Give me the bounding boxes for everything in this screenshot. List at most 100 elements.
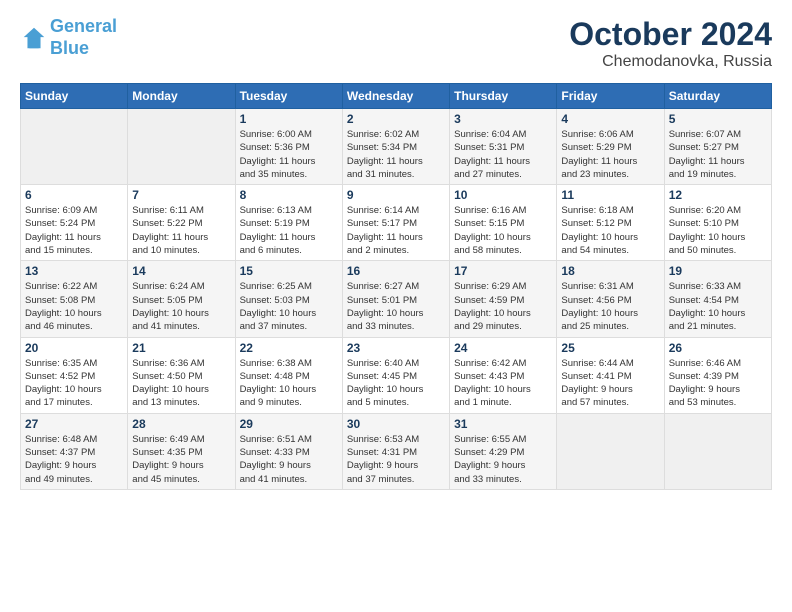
cell-w2-d0: 6 Sunrise: 6:09 AM Sunset: 5:24 PM Daylig… [21,185,128,261]
day-number: 28 [132,417,230,431]
cell-w4-d1: 21 Sunrise: 6:36 AM Sunset: 4:50 PM Dayli… [128,337,235,413]
day-number: 25 [561,341,659,355]
logo: General Blue [20,16,117,59]
cell-w4-d0: 20Sunrise: 6:35 AM Sunset: 4:52 PM Dayli… [21,337,128,413]
page-container: General Blue October 2024 Chemodanovka, … [0,0,792,500]
day-info: Sunrise: 6:46 AM Sunset: 4:39 PM Dayligh… [669,357,767,410]
cell-w2-d3: 9 Sunrise: 6:14 AM Sunset: 5:17 PM Daylig… [342,185,449,261]
week-row-2: 6 Sunrise: 6:09 AM Sunset: 5:24 PM Daylig… [21,185,772,261]
cell-w5-d1: 28Sunrise: 6:49 AM Sunset: 4:35 PM Dayli… [128,413,235,489]
day-info: Sunrise: 6:20 AM Sunset: 5:10 PM Dayligh… [669,204,767,257]
cell-w4-d6: 26 Sunrise: 6:46 AM Sunset: 4:39 PM Dayli… [664,337,771,413]
day-info: Sunrise: 6:09 AM Sunset: 5:24 PM Dayligh… [25,204,123,257]
day-info: Sunrise: 6:33 AM Sunset: 4:54 PM Dayligh… [669,280,767,333]
cell-w1-d1 [128,109,235,185]
cell-w3-d4: 17 Sunrise: 6:29 AM Sunset: 4:59 PM Dayli… [450,261,557,337]
day-info: Sunrise: 6:44 AM Sunset: 4:41 PM Dayligh… [561,357,659,410]
cell-w5-d5 [557,413,664,489]
day-number: 8 [240,188,338,202]
logo-blue: Blue [50,38,89,58]
calendar-table: Sunday Monday Tuesday Wednesday Thursday… [20,83,772,490]
week-row-1: 1 Sunrise: 6:00 AM Sunset: 5:36 PM Daylig… [21,109,772,185]
day-info: Sunrise: 6:22 AM Sunset: 5:08 PM Dayligh… [25,280,123,333]
cell-w5-d6 [664,413,771,489]
day-info: Sunrise: 6:36 AM Sunset: 4:50 PM Dayligh… [132,357,230,410]
day-number: 19 [669,264,767,278]
month-title: October 2024 [569,16,772,53]
day-number: 17 [454,264,552,278]
calendar-body: 1 Sunrise: 6:00 AM Sunset: 5:36 PM Daylig… [21,109,772,490]
header-wednesday: Wednesday [342,84,449,109]
day-number: 26 [669,341,767,355]
day-info: Sunrise: 6:38 AM Sunset: 4:48 PM Dayligh… [240,357,338,410]
day-number: 11 [561,188,659,202]
cell-w1-d0 [21,109,128,185]
cell-w4-d5: 25 Sunrise: 6:44 AM Sunset: 4:41 PM Dayli… [557,337,664,413]
cell-w3-d2: 15 Sunrise: 6:25 AM Sunset: 5:03 PM Dayli… [235,261,342,337]
day-number: 24 [454,341,552,355]
day-number: 16 [347,264,445,278]
day-info: Sunrise: 6:14 AM Sunset: 5:17 PM Dayligh… [347,204,445,257]
cell-w3-d5: 18 Sunrise: 6:31 AM Sunset: 4:56 PM Dayli… [557,261,664,337]
header-saturday: Saturday [664,84,771,109]
day-number: 1 [240,112,338,126]
day-number: 22 [240,341,338,355]
cell-w5-d3: 30Sunrise: 6:53 AM Sunset: 4:31 PM Dayli… [342,413,449,489]
day-number: 29 [240,417,338,431]
header-friday: Friday [557,84,664,109]
week-row-4: 20Sunrise: 6:35 AM Sunset: 4:52 PM Dayli… [21,337,772,413]
cell-w4-d2: 22 Sunrise: 6:38 AM Sunset: 4:48 PM Dayli… [235,337,342,413]
cell-w1-d5: 4 Sunrise: 6:06 AM Sunset: 5:29 PM Daylig… [557,109,664,185]
day-info: Sunrise: 6:31 AM Sunset: 4:56 PM Dayligh… [561,280,659,333]
day-info: Sunrise: 6:48 AM Sunset: 4:37 PM Dayligh… [25,433,123,486]
day-number: 31 [454,417,552,431]
header-thursday: Thursday [450,84,557,109]
day-number: 5 [669,112,767,126]
day-number: 4 [561,112,659,126]
cell-w2-d2: 8 Sunrise: 6:13 AM Sunset: 5:19 PM Daylig… [235,185,342,261]
day-number: 9 [347,188,445,202]
day-info: Sunrise: 6:55 AM Sunset: 4:29 PM Dayligh… [454,433,552,486]
cell-w5-d4: 31 Sunrise: 6:55 AM Sunset: 4:29 PM Dayli… [450,413,557,489]
cell-w1-d3: 2 Sunrise: 6:02 AM Sunset: 5:34 PM Daylig… [342,109,449,185]
day-number: 10 [454,188,552,202]
cell-w3-d1: 14Sunrise: 6:24 AM Sunset: 5:05 PM Dayli… [128,261,235,337]
day-info: Sunrise: 6:00 AM Sunset: 5:36 PM Dayligh… [240,128,338,181]
day-number: 15 [240,264,338,278]
day-info: Sunrise: 6:04 AM Sunset: 5:31 PM Dayligh… [454,128,552,181]
day-number: 14 [132,264,230,278]
day-info: Sunrise: 6:13 AM Sunset: 5:19 PM Dayligh… [240,204,338,257]
cell-w5-d2: 29Sunrise: 6:51 AM Sunset: 4:33 PM Dayli… [235,413,342,489]
day-info: Sunrise: 6:42 AM Sunset: 4:43 PM Dayligh… [454,357,552,410]
day-info: Sunrise: 6:18 AM Sunset: 5:12 PM Dayligh… [561,204,659,257]
day-info: Sunrise: 6:16 AM Sunset: 5:15 PM Dayligh… [454,204,552,257]
week-row-5: 27Sunrise: 6:48 AM Sunset: 4:37 PM Dayli… [21,413,772,489]
cell-w1-d6: 5 Sunrise: 6:07 AM Sunset: 5:27 PM Daylig… [664,109,771,185]
day-number: 18 [561,264,659,278]
day-number: 21 [132,341,230,355]
cell-w2-d4: 10 Sunrise: 6:16 AM Sunset: 5:15 PM Dayli… [450,185,557,261]
cell-w4-d4: 24 Sunrise: 6:42 AM Sunset: 4:43 PM Dayli… [450,337,557,413]
day-info: Sunrise: 6:27 AM Sunset: 5:01 PM Dayligh… [347,280,445,333]
header: General Blue October 2024 Chemodanovka, … [20,16,772,71]
day-number: 2 [347,112,445,126]
day-number: 23 [347,341,445,355]
day-info: Sunrise: 6:06 AM Sunset: 5:29 PM Dayligh… [561,128,659,181]
header-sunday: Sunday [21,84,128,109]
day-info: Sunrise: 6:02 AM Sunset: 5:34 PM Dayligh… [347,128,445,181]
day-info: Sunrise: 6:07 AM Sunset: 5:27 PM Dayligh… [669,128,767,181]
cell-w2-d1: 7Sunrise: 6:11 AM Sunset: 5:22 PM Daylig… [128,185,235,261]
cell-w2-d6: 12Sunrise: 6:20 AM Sunset: 5:10 PM Dayli… [664,185,771,261]
day-number: 6 [25,188,123,202]
cell-w3-d0: 13Sunrise: 6:22 AM Sunset: 5:08 PM Dayli… [21,261,128,337]
cell-w1-d4: 3Sunrise: 6:04 AM Sunset: 5:31 PM Daylig… [450,109,557,185]
cell-w2-d5: 11 Sunrise: 6:18 AM Sunset: 5:12 PM Dayli… [557,185,664,261]
cell-w3-d6: 19 Sunrise: 6:33 AM Sunset: 4:54 PM Dayli… [664,261,771,337]
header-tuesday: Tuesday [235,84,342,109]
day-info: Sunrise: 6:40 AM Sunset: 4:45 PM Dayligh… [347,357,445,410]
day-info: Sunrise: 6:25 AM Sunset: 5:03 PM Dayligh… [240,280,338,333]
day-info: Sunrise: 6:11 AM Sunset: 5:22 PM Dayligh… [132,204,230,257]
cell-w1-d2: 1 Sunrise: 6:00 AM Sunset: 5:36 PM Daylig… [235,109,342,185]
day-info: Sunrise: 6:29 AM Sunset: 4:59 PM Dayligh… [454,280,552,333]
cell-w5-d0: 27Sunrise: 6:48 AM Sunset: 4:37 PM Dayli… [21,413,128,489]
